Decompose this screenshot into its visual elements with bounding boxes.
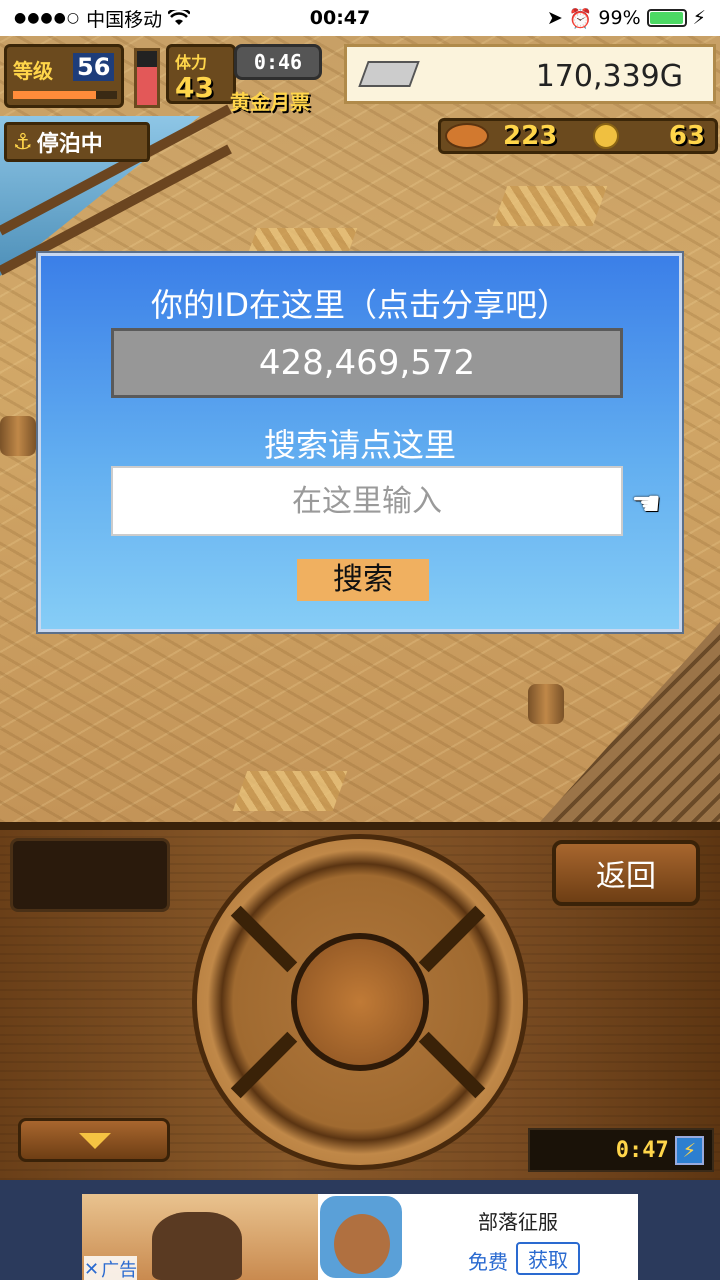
level-progress-bar [13,91,117,99]
carrier-name: 中国移动 [86,8,163,31]
gold-ticket-label: 黄金月票 [230,90,310,114]
battery-charging-icon: ⚡ [674,1135,704,1165]
food-value: 223 [503,121,558,151]
ad-title: 部落征服 [478,1210,558,1234]
id-search-dialog: 你的ID在这里（点击分享吧） 428,469,572 搜索请点这里 ☚ 搜索 [36,251,684,634]
ad-close-button[interactable]: ✕ 广告 [84,1256,138,1280]
level-value: 56 [73,53,115,81]
back-button[interactable]: 返回 [552,840,700,906]
mammoth-image [152,1212,242,1280]
pointing-hand-icon: ☚ [631,484,662,524]
deck-grate [232,771,348,811]
dpad-divider [230,905,298,973]
level-label: 等级 [13,59,53,83]
food-icon [445,123,489,149]
resource-panel: 223 63 [438,118,718,154]
caveman-face [334,1214,390,1274]
control-panel: 返回 0:47 ⚡ [0,822,720,1180]
battery-icon [646,9,687,27]
stamina-timer: 0:46 [234,44,322,80]
dpad-divider [418,905,486,973]
barrel [0,416,36,456]
location-icon: ➤ [546,7,563,29]
search-hint: 搜索请点这里 [263,426,456,464]
player-id-field[interactable]: 428,469,572 [111,328,623,398]
stairs [540,622,720,822]
down-arrow-icon [79,1133,111,1149]
panel-border [0,822,720,830]
close-icon: ✕ [84,1258,100,1280]
dpad-divider [418,1031,486,1099]
mooring-status: ⚓ 停泊中 [4,122,150,162]
alarm-icon: ⏰ [568,7,593,30]
ad-banner-area: 部落征服 免费 获取 ✕ 广告 [0,1180,720,1280]
dpad[interactable] [192,834,528,1170]
ad-get-button[interactable]: 获取 [516,1242,580,1275]
wifi-icon [168,10,191,25]
gold-value: 170,339G [535,59,683,94]
game-clock: 0:47 ⚡ [528,1128,714,1172]
dpad-divider [230,1031,298,1099]
gold-panel: 170,339G [344,44,716,104]
app-icon [318,1194,404,1280]
dialog-title[interactable]: 你的ID在这里（点击分享吧） [41,280,679,326]
clock-value: 0:47 [615,1137,669,1163]
mooring-label: 停泊中 [36,132,103,157]
search-input[interactable] [111,466,623,536]
status-bar: ●●●●○ 中国移动 00:47 ➤ ⏰ 99% ⚡ [0,0,720,36]
charging-icon: ⚡ [692,7,706,29]
ad-banner[interactable]: 部落征服 免费 获取 ✕ 广告 [82,1194,638,1280]
search-button[interactable]: 搜索 [297,559,429,601]
coin-value: 63 [668,121,705,151]
coin-icon [593,123,619,149]
stamina-label: 体力 [175,53,208,72]
level-panel: 等级 56 [4,44,124,108]
status-time: 00:47 [309,7,371,29]
menu-down-button[interactable] [18,1118,170,1162]
barrel [528,684,564,724]
ad-label: 广告 [101,1260,138,1280]
stamina-gauge [134,48,160,108]
deck-grate [492,186,608,226]
signal-icon: ●●●●○ [14,10,81,26]
anchor-icon: ⚓ [13,129,33,155]
stamina-value: 43 [175,71,214,104]
info-slot [10,838,170,912]
ad-free-label: 免费 [468,1250,508,1274]
stamina-panel: 体力 43 [166,44,236,104]
silver-bar-icon [358,61,420,87]
battery-percent: 99% [598,7,641,29]
dpad-center-button[interactable] [291,933,429,1071]
